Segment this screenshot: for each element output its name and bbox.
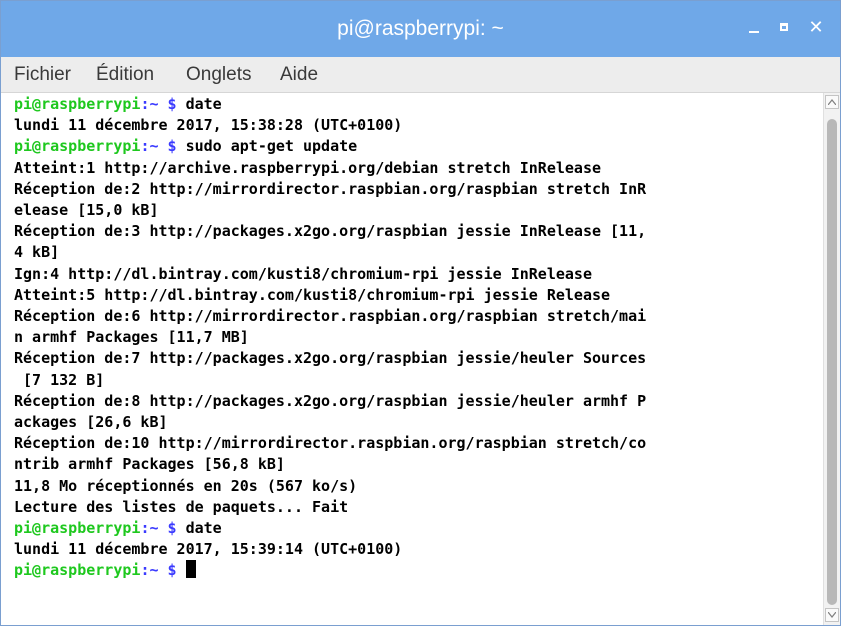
window-title: pi@raspberrypi: ~ <box>337 17 504 40</box>
output-line: Réception de:2 http://mirrordirector.ras… <box>14 179 647 198</box>
minimize-icon <box>749 31 759 33</box>
prompt-user: pi@raspberrypi <box>14 137 141 156</box>
maximize-icon <box>780 23 788 31</box>
title-bar[interactable]: pi@raspberrypi: ~ ✕ <box>1 1 840 57</box>
output-line: Réception de:8 http://packages.x2go.org/… <box>14 391 647 410</box>
terminal-output[interactable]: pi@raspberrypi:~ $ date lundi 11 décembre… <box>1 93 823 625</box>
output-line: Ign:4 http://dl.bintray.com/kusti8/chrom… <box>14 264 592 283</box>
output-line: n armhf Packages [11,7 MB] <box>14 328 249 347</box>
output-line: elease [15,0 kB] <box>14 201 159 219</box>
prompt-user: pi@raspberrypi <box>14 95 141 113</box>
prompt-line: pi@raspberrypi:~ $ date <box>14 518 222 539</box>
output-line: lundi 11 décembre 2017, 15:38:28 (UTC+01… <box>14 116 403 135</box>
prompt-symbol: $ <box>158 95 186 113</box>
output-line: Réception de:6 http://mirrordirector.ras… <box>14 307 647 325</box>
output-line: 4 kB] <box>14 243 60 262</box>
output-line: lundi 11 décembre 2017, 15:39:14 (UTC+01… <box>14 540 403 559</box>
prompt-symbol: $ <box>158 561 186 580</box>
arrow-up-icon <box>828 99 836 105</box>
prompt-symbol: $ <box>158 137 186 156</box>
command-text: date <box>185 519 222 537</box>
menu-fichier[interactable]: Fichier <box>14 57 71 93</box>
output-line: Réception de:10 http://mirrordirector.ra… <box>14 434 647 453</box>
prompt-symbol: $ <box>158 519 186 537</box>
maximize-button[interactable] <box>772 15 798 41</box>
output-line: Réception de:3 http://packages.x2go.org/… <box>14 222 647 241</box>
prompt-user: pi@raspberrypi <box>14 561 141 580</box>
prompt-path: :~ <box>140 95 159 113</box>
terminal-window: pi@raspberrypi: ~ ✕ Fichier Édition Ongl… <box>0 0 841 626</box>
prompt-path: :~ <box>140 519 159 537</box>
output-line: 11,8 Mo réceptionnés en 20s (567 ko/s) <box>14 476 358 495</box>
output-line: ntrib armhf Packages [56,8 kB] <box>14 455 285 474</box>
menu-aide[interactable]: Aide <box>280 57 318 93</box>
prompt-line: pi@raspberrypi:~ $ <box>14 560 196 581</box>
close-button[interactable]: ✕ <box>803 15 829 41</box>
output-line: ackages [26,6 kB] <box>14 413 168 431</box>
prompt-path: :~ <box>140 137 159 156</box>
output-line: [7 132 B] <box>14 370 105 389</box>
menu-edition[interactable]: Édition <box>96 57 154 93</box>
output-line: Lecture des listes de paquets... Fait <box>14 497 349 516</box>
scroll-down-button[interactable] <box>825 608 839 622</box>
close-icon: ✕ <box>808 17 824 38</box>
scroll-up-button[interactable] <box>825 95 839 109</box>
prompt-path: :~ <box>140 561 159 580</box>
scrollbar-thumb[interactable] <box>827 119 837 605</box>
prompt-line: pi@raspberrypi:~ $ date <box>14 94 222 115</box>
menu-bar: Fichier Édition Onglets Aide <box>1 57 840 93</box>
command-text: date <box>185 95 222 113</box>
prompt-user: pi@raspberrypi <box>14 519 141 537</box>
output-line: Atteint:5 http://dl.bintray.com/kusti8/c… <box>14 285 611 304</box>
output-line: Atteint:1 http://archive.raspberrypi.org… <box>14 158 601 177</box>
prompt-line: pi@raspberrypi:~ $ sudo apt-get update <box>14 136 357 157</box>
vertical-scrollbar[interactable] <box>823 93 840 625</box>
output-line: Réception de:7 http://packages.x2go.org/… <box>14 349 647 368</box>
minimize-button[interactable] <box>742 15 768 41</box>
command-text: sudo apt-get update <box>185 137 358 156</box>
menu-onglets[interactable]: Onglets <box>186 57 251 93</box>
text-cursor <box>185 560 196 579</box>
arrow-down-icon <box>828 612 836 618</box>
